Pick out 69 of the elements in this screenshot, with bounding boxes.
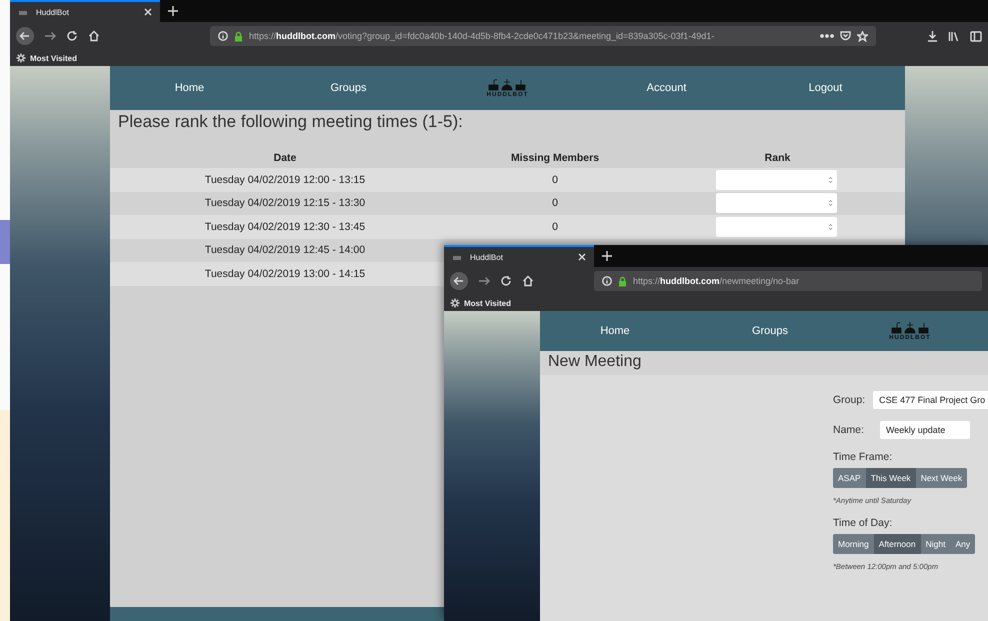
close-icon[interactable] <box>578 253 586 261</box>
info-icon[interactable] <box>602 276 612 286</box>
table-cell: 0 <box>552 220 558 233</box>
lock-icon <box>234 30 243 42</box>
home-icon[interactable] <box>522 275 534 287</box>
address-bar[interactable]: https://huddlbot.com/newmeeting/no-bar <box>594 271 982 291</box>
table-cell: 0 <box>552 197 558 210</box>
star-icon[interactable] <box>857 30 868 42</box>
close-icon[interactable] <box>144 8 152 16</box>
nav-link[interactable]: Account <box>646 82 686 94</box>
spinner-icon[interactable] <box>828 222 833 231</box>
download-icon[interactable] <box>927 30 938 42</box>
spinner-icon[interactable] <box>828 176 833 184</box>
field-label: Group: <box>833 394 866 406</box>
column-header: Missing Members <box>510 152 600 164</box>
table-cell: Tuesday 04/02/2019 12:45 - 14:00 <box>204 244 366 256</box>
bookmark-item[interactable]: Most Visited <box>16 53 77 63</box>
option-button[interactable]: Any <box>950 534 976 554</box>
favicon-icon <box>18 8 28 16</box>
table-cell: Tuesday 04/02/2019 12:30 - 13:45 <box>204 220 366 233</box>
option-button[interactable]: Next Week <box>916 468 968 488</box>
nav-link[interactable]: Home <box>174 82 204 94</box>
field-label: Name: <box>833 424 864 436</box>
browser-tab[interactable]: HuddlBot <box>10 0 160 22</box>
info-icon[interactable] <box>218 31 228 41</box>
rank-field[interactable] <box>716 170 837 190</box>
forward-arrow-icon[interactable] <box>44 30 56 42</box>
table-cell: 0 <box>552 174 558 186</box>
library-icon[interactable] <box>948 30 960 42</box>
robots-logo-icon[interactable] <box>890 321 929 335</box>
option-button[interactable]: Afternoon <box>874 534 921 554</box>
option-button[interactable]: This Week <box>866 468 916 488</box>
address-bar[interactable]: https://huddlbot.com/voting?group_id=fdc0a40b-140d-4d5b-8fb4-2cde0c471b23&meeting_id=839a305c-03f1-49d1- <box>210 26 876 46</box>
column-header: Rank <box>764 152 790 164</box>
pocket-icon[interactable] <box>840 31 851 41</box>
more-dots-icon[interactable] <box>820 34 834 38</box>
nav-link[interactable]: Logout <box>808 82 842 94</box>
reload-icon[interactable] <box>500 275 512 287</box>
new-tab-icon[interactable] <box>602 251 612 261</box>
robots-logo-icon[interactable] <box>488 78 526 92</box>
table-cell: Tuesday 04/02/2019 12:15 - 13:30 <box>204 197 366 210</box>
field-label: Time Frame: <box>833 451 892 463</box>
favicon-icon <box>452 253 462 261</box>
nav-link[interactable]: Home <box>600 325 630 337</box>
gear-icon <box>16 53 26 63</box>
gear-icon <box>450 298 460 308</box>
spinner-icon[interactable] <box>828 199 833 208</box>
rank-field[interactable] <box>716 216 837 237</box>
column-header: Date <box>274 152 296 164</box>
option-button[interactable]: Night <box>920 534 950 554</box>
rank-field[interactable] <box>716 193 837 214</box>
new-tab-icon[interactable] <box>168 6 178 16</box>
reload-icon[interactable] <box>66 30 78 42</box>
lock-icon <box>618 276 627 286</box>
group-select[interactable]: CSE 477 Final Project Gro <box>873 391 988 409</box>
browser-tab[interactable]: HuddlBot <box>444 245 594 267</box>
name-field[interactable]: Weekly update <box>880 421 970 439</box>
field-label: Time of Day: <box>833 517 892 529</box>
bookmark-item[interactable]: Most Visited <box>450 298 511 308</box>
forward-arrow-icon[interactable] <box>478 275 490 287</box>
table-cell: Tuesday 04/02/2019 13:00 - 14:15 <box>204 268 366 280</box>
page-heading: Please rank the following meeting times (1-5): <box>117 111 464 133</box>
nav-link[interactable]: Groups <box>330 82 367 94</box>
option-button[interactable]: ASAP <box>833 468 866 488</box>
option-button[interactable]: Morning <box>833 534 874 554</box>
nav-link[interactable]: Groups <box>752 325 788 337</box>
sidebar-icon[interactable] <box>970 30 982 42</box>
table-cell: Tuesday 04/02/2019 12:00 - 13:15 <box>204 174 366 186</box>
home-icon[interactable] <box>88 30 100 42</box>
